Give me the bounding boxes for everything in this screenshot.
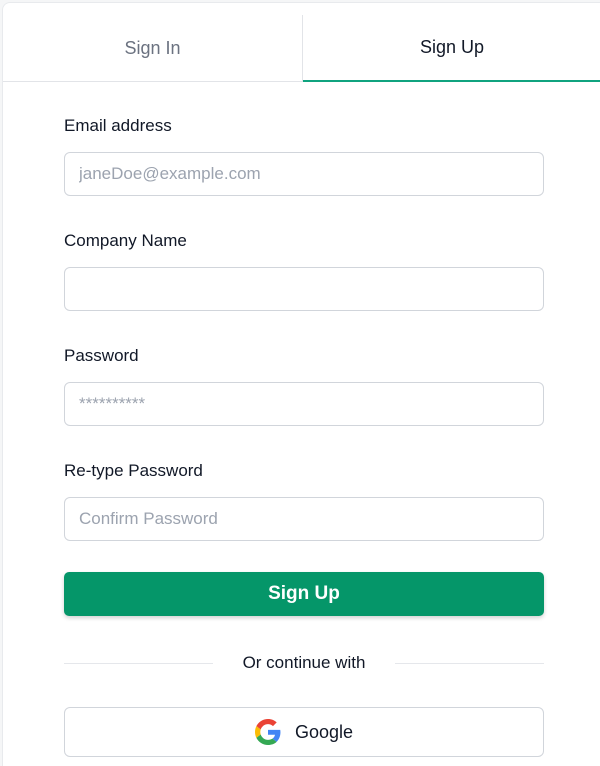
sign-up-button[interactable]: Sign Up bbox=[64, 572, 544, 616]
tab-sign-in[interactable]: Sign In bbox=[3, 15, 303, 81]
password-label: Password bbox=[64, 346, 139, 365]
divider-text: Or continue with bbox=[242, 653, 366, 672]
google-label: Google bbox=[294, 721, 354, 742]
continue-with-divider: Or continue with bbox=[64, 651, 544, 675]
auth-tabs: Sign In Sign Up bbox=[3, 15, 600, 82]
divider-line-right bbox=[395, 662, 544, 664]
retype-password-label: Re-type Password bbox=[64, 461, 203, 480]
company-name-label: Company Name bbox=[64, 231, 187, 250]
retype-password-field[interactable] bbox=[64, 497, 544, 541]
tab-sign-up[interactable]: Sign Up bbox=[303, 15, 600, 82]
auth-card: Sign In Sign Up Email address Company Na… bbox=[2, 2, 600, 766]
google-sign-in-button[interactable]: Google bbox=[64, 707, 544, 757]
email-label: Email address bbox=[64, 116, 172, 135]
password-field[interactable] bbox=[64, 382, 544, 426]
google-icon bbox=[254, 719, 281, 745]
company-name-field[interactable] bbox=[64, 267, 544, 311]
divider-line-left bbox=[64, 662, 213, 664]
email-field[interactable] bbox=[64, 152, 544, 196]
